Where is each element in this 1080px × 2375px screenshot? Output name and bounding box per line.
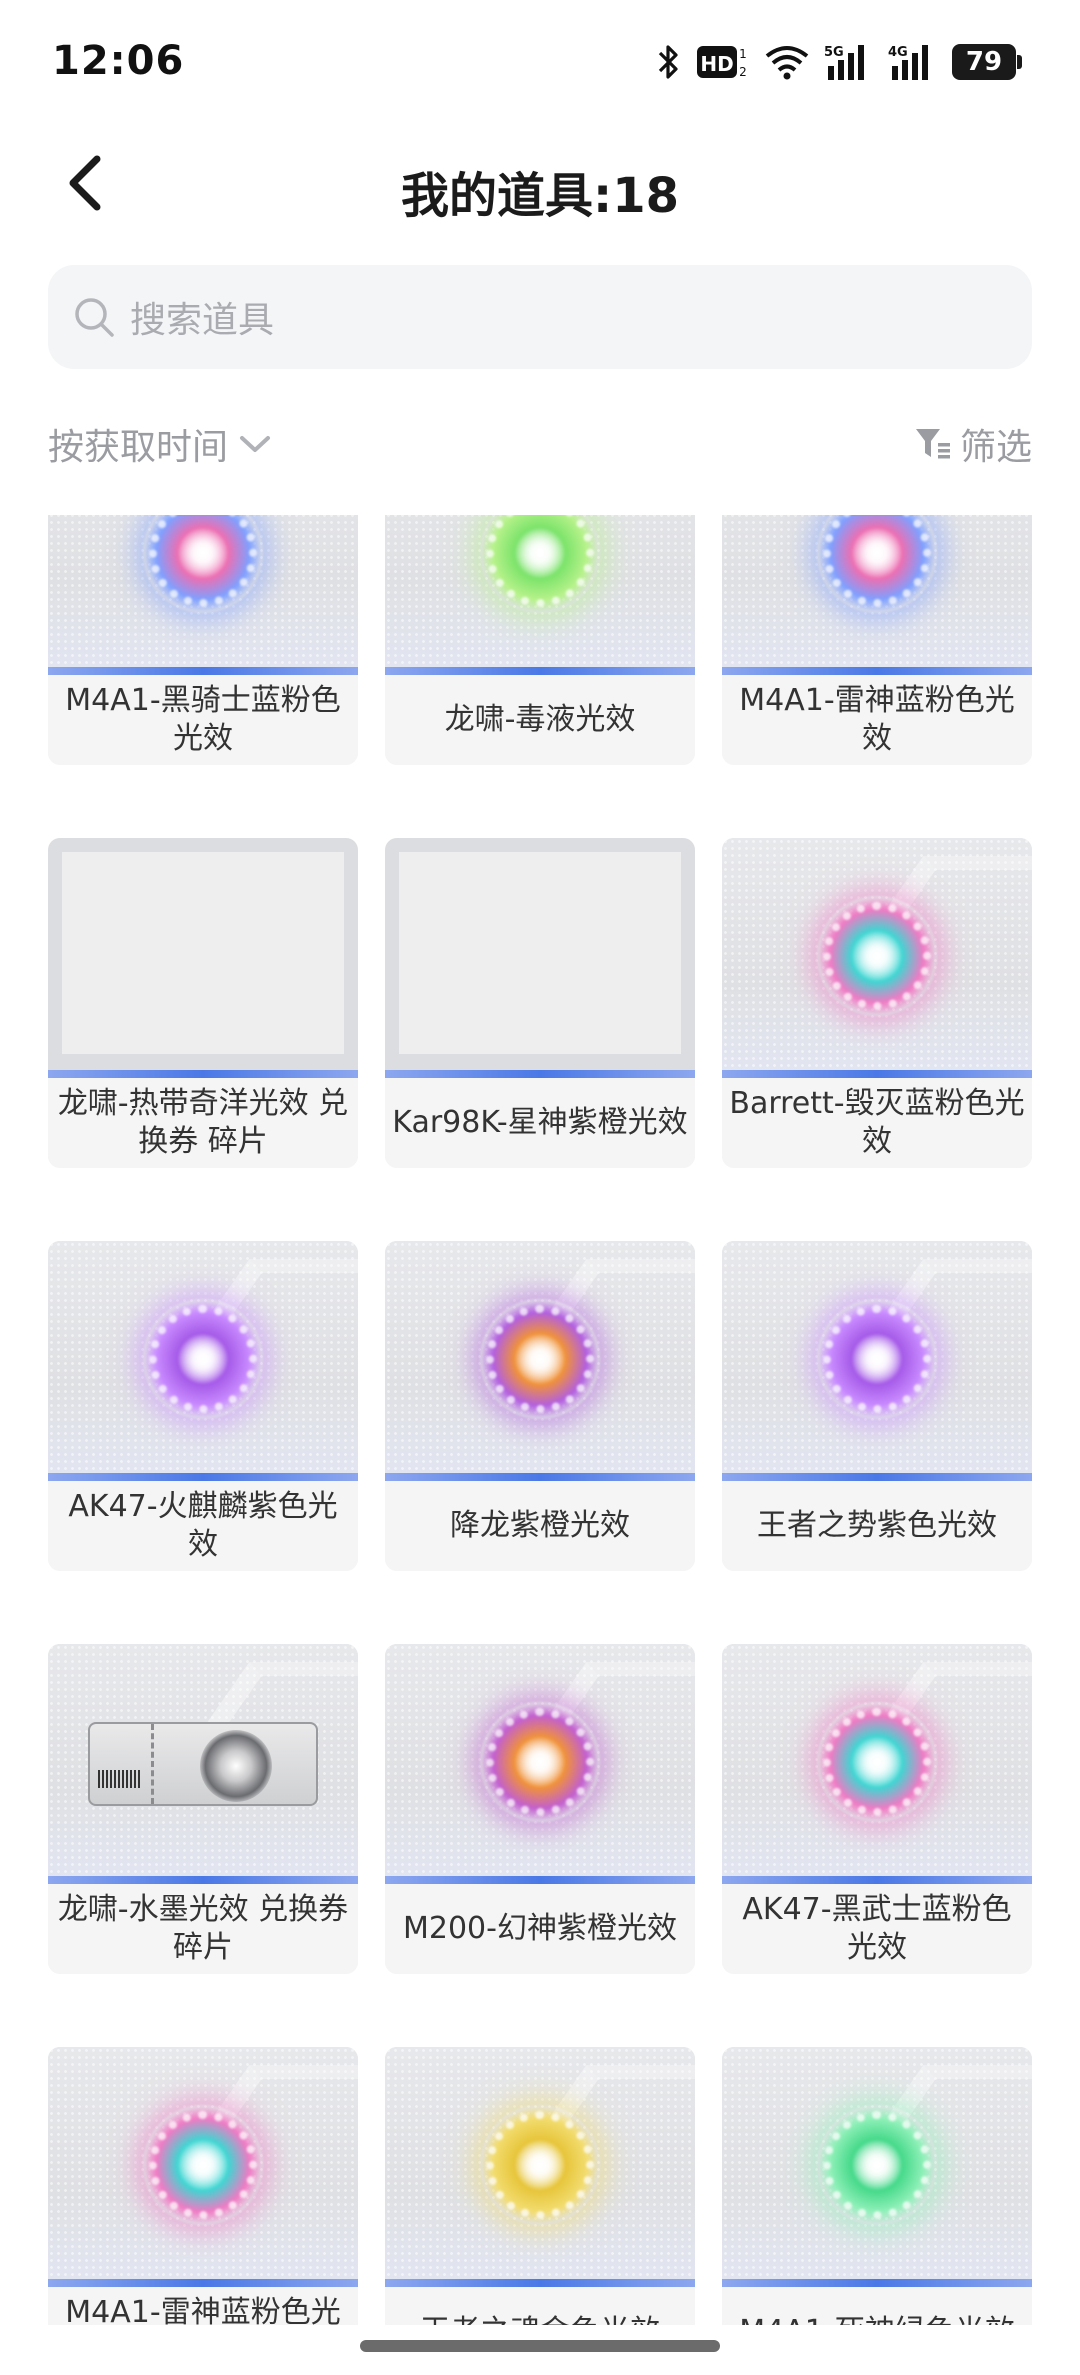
signal-4g-icon: 4G	[888, 42, 938, 82]
item-name: AK47-火麒麟紫色光效	[48, 1481, 358, 1571]
item-name: M4A1-雷神蓝粉色光效	[722, 675, 1032, 765]
item-image	[722, 515, 1032, 675]
item-image	[385, 1644, 695, 1884]
item-card[interactable]: AK47-火麒麟紫色光效	[48, 1241, 358, 1571]
item-image	[48, 515, 358, 675]
wifi-icon	[764, 42, 810, 82]
item-name: M4A1-死神绿色光效	[722, 2287, 1032, 2325]
glow-effect-icon	[143, 515, 263, 613]
item-grid: M4A1-黑骑士蓝粉色光效 龙啸-毒液光效 M4A1-雷神蓝粉色光效 龙啸-热带奇洋光…	[0, 515, 1080, 2325]
item-card[interactable]: Kar98K-星神紫橙光效	[385, 838, 695, 1168]
item-name: 龙啸-水墨光效 兑换券 碎片	[48, 1884, 358, 1974]
glow-effect-icon	[817, 1702, 937, 1822]
item-card[interactable]: 王者之势紫色光效	[722, 1241, 1032, 1571]
svg-text:5G: 5G	[824, 45, 844, 60]
glow-effect-icon	[480, 2105, 600, 2225]
item-card[interactable]: M4A1-死神绿色光效	[722, 2047, 1032, 2325]
glow-effect-icon	[480, 1702, 600, 1822]
bluetooth-icon	[656, 42, 682, 82]
item-card[interactable]: 龙啸-热带奇洋光效 兑换券 碎片	[48, 838, 358, 1168]
status-icons: HD 1 2 5G 4G 79	[656, 38, 1022, 86]
item-name: 王者之魂金色光效	[385, 2287, 695, 2325]
sort-dropdown[interactable]: 按获取时间	[48, 418, 272, 470]
item-card[interactable]: 龙啸-水墨光效 兑换券 碎片	[48, 1644, 358, 1974]
glow-effect-icon	[817, 2105, 937, 2225]
filter-icon	[915, 429, 950, 459]
filter-button[interactable]: 筛选	[914, 418, 1032, 470]
item-image	[48, 1241, 358, 1481]
item-image	[722, 1241, 1032, 1481]
search-placeholder: 搜索道具	[130, 300, 275, 341]
item-image	[722, 2047, 1032, 2287]
item-card[interactable]: 龙啸-毒液光效	[385, 515, 695, 765]
search-icon	[75, 298, 114, 337]
item-image	[48, 838, 358, 1078]
item-name: 龙啸-毒液光效	[385, 675, 695, 765]
item-card[interactable]: 降龙紫橙光效	[385, 1241, 695, 1571]
signal-5g-icon: 5G	[824, 42, 874, 82]
item-card[interactable]: M4A1-雷神蓝粉色光效	[48, 2047, 358, 2325]
chevron-down-icon	[240, 436, 271, 452]
battery-icon: 79	[952, 44, 1022, 80]
item-card[interactable]: AK47-黑武士蓝粉色光效	[722, 1644, 1032, 1974]
item-card[interactable]: M200-幻神紫橙光效	[385, 1644, 695, 1974]
item-name: M4A1-雷神蓝粉色光效	[48, 2287, 358, 2325]
glow-effect-icon	[480, 515, 600, 613]
svg-text:1: 1	[739, 47, 747, 61]
glow-effect-icon	[480, 1299, 600, 1419]
item-name: 王者之势紫色光效	[722, 1481, 1032, 1571]
item-name: M4A1-黑骑士蓝粉色光效	[48, 675, 358, 765]
item-name: Barrett-毁灭蓝粉色光效	[722, 1078, 1032, 1168]
item-card[interactable]: M4A1-黑骑士蓝粉色光效	[48, 515, 358, 765]
item-image	[48, 2047, 358, 2287]
item-image	[385, 515, 695, 675]
svg-text:2: 2	[739, 65, 747, 79]
item-image	[722, 838, 1032, 1078]
item-card[interactable]: M4A1-雷神蓝粉色光效	[722, 515, 1032, 765]
glow-effect-icon	[143, 1299, 263, 1419]
svg-text:HD: HD	[700, 52, 733, 76]
item-card[interactable]: 王者之魂金色光效	[385, 2047, 695, 2325]
glow-effect-icon	[817, 896, 937, 1016]
page-title: 我的道具:18	[401, 168, 679, 224]
home-indicator[interactable]	[360, 2340, 720, 2352]
svg-text:4G: 4G	[888, 45, 908, 60]
item-image	[722, 1644, 1032, 1884]
item-grid-inner: M4A1-黑骑士蓝粉色光效 龙啸-毒液光效 M4A1-雷神蓝粉色光效 龙啸-热带奇洋光…	[48, 515, 1032, 2325]
item-name: 降龙紫橙光效	[385, 1481, 695, 1571]
search-input[interactable]: 搜索道具	[48, 265, 1032, 369]
item-name: Kar98K-星神紫橙光效	[385, 1078, 695, 1168]
item-name: 龙啸-热带奇洋光效 兑换券 碎片	[48, 1078, 358, 1168]
header: 我的道具:18	[0, 120, 1080, 250]
sort-label: 按获取时间	[48, 427, 229, 468]
sort-filter-bar: 按获取时间 筛选	[48, 418, 1032, 474]
item-name: M200-幻神紫橙光效	[385, 1884, 695, 1974]
item-card[interactable]: Barrett-毁灭蓝粉色光效	[722, 838, 1032, 1168]
item-name: AK47-黑武士蓝粉色光效	[722, 1884, 1032, 1974]
item-image	[385, 838, 695, 1078]
item-image	[385, 1241, 695, 1481]
status-time: 12:06	[52, 38, 185, 84]
glow-effect-icon	[817, 1299, 937, 1419]
glow-effect-icon	[817, 515, 937, 613]
glow-effect-icon	[143, 2105, 263, 2225]
voucher-ticket-icon	[88, 1722, 318, 1806]
status-bar: 12:06 HD 1 2 5G 4G 79	[0, 0, 1080, 120]
item-image	[385, 2047, 695, 2287]
filter-label: 筛选	[959, 427, 1032, 468]
item-image	[48, 1644, 358, 1884]
hd-icon: HD 1 2	[696, 42, 750, 82]
